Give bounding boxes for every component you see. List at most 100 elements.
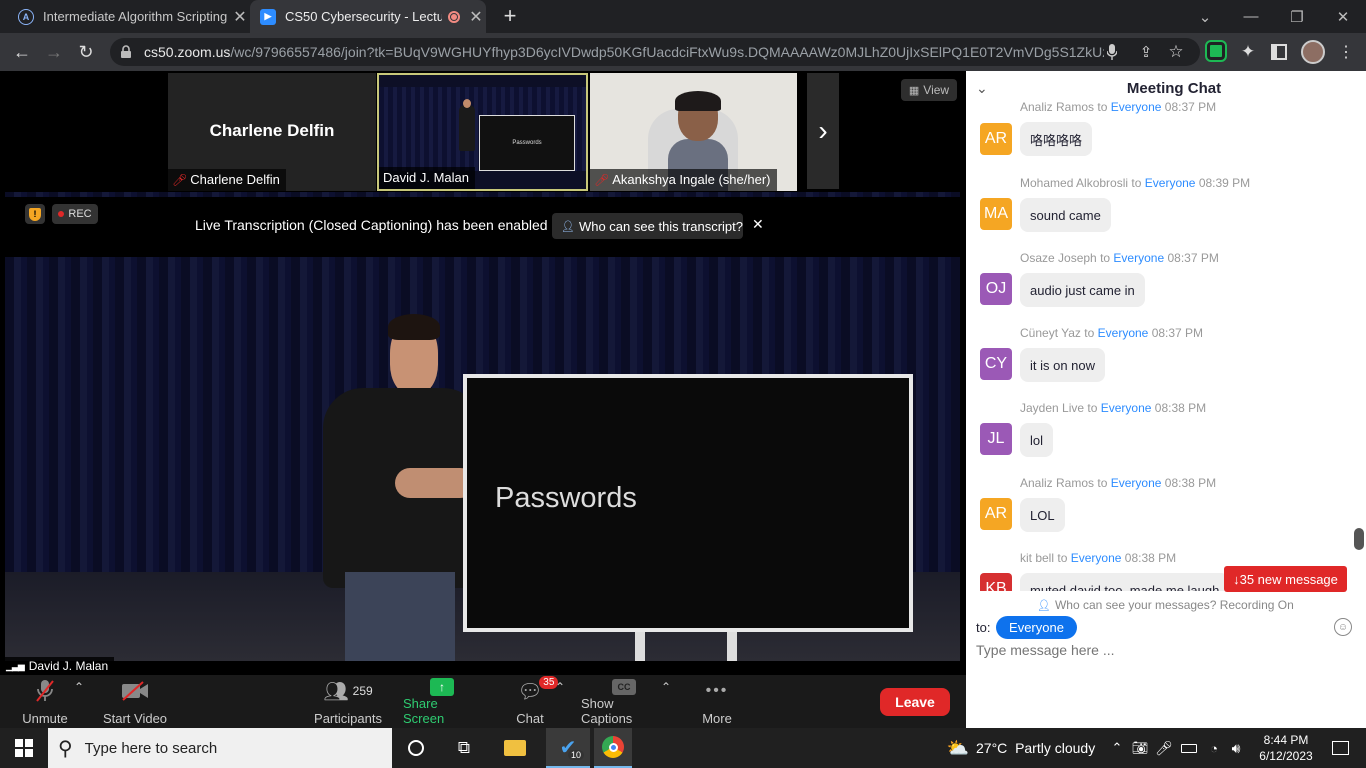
view-button[interactable]: ▦ View	[901, 79, 957, 101]
forward-arrow-icon[interactable]: →	[42, 40, 66, 64]
tab-title: Intermediate Algorithm Scripting	[43, 9, 228, 24]
file-explorer-icon[interactable]	[498, 728, 532, 768]
system-clock[interactable]: 8:44 PM 6/12/2023	[1250, 728, 1322, 768]
weather-partly-cloudy-icon[interactable]: ⛅	[944, 728, 972, 768]
extensions-puzzle-icon[interactable]: ✦	[1236, 40, 1260, 64]
close-tab-icon[interactable]: ✕	[230, 7, 250, 27]
message-bubble: 咯咯咯咯	[1020, 122, 1093, 156]
vscode-taskbar-icon[interactable]: ✔ 10	[546, 728, 590, 768]
more-dots-icon: •••	[705, 682, 729, 699]
microphone-in-use-icon[interactable]	[1102, 40, 1122, 64]
message-bubble: LOL	[1020, 498, 1065, 532]
unmute-button[interactable]: Unmute	[18, 678, 72, 726]
avatar: AR	[980, 498, 1012, 530]
url-text: cs50.zoom.us/wc/97966557486/join?tk=BUqV…	[144, 44, 1104, 60]
bookmark-star-icon[interactable]: ☆	[1164, 40, 1188, 64]
share-screen-icon: ↑	[430, 678, 454, 696]
cortana-icon[interactable]	[400, 728, 432, 768]
message-header: Analiz Ramos to Everyone 08:38 PM	[1020, 476, 1217, 490]
back-arrow-icon[interactable]: ←	[10, 40, 34, 64]
recipient-dropdown[interactable]: Everyone	[996, 616, 1077, 639]
extension-icon[interactable]	[1205, 40, 1227, 62]
tab-intermediate-algorithm[interactable]: A Intermediate Algorithm Scripting ✕	[8, 0, 250, 33]
message-header: Jayden Live to Everyone 08:38 PM	[1020, 401, 1207, 415]
task-view-icon[interactable]: ⧉	[448, 728, 480, 768]
restore-button[interactable]: ❐	[1274, 0, 1320, 33]
message-header: kit bell to Everyone 08:38 PM	[1020, 551, 1177, 565]
minimize-button[interactable]: —	[1228, 0, 1274, 33]
emoji-icon[interactable]: ☺	[1334, 618, 1352, 636]
message-header: Analiz Ramos to Everyone 08:37 PM	[1020, 100, 1217, 114]
signal-bars-icon: ▁▃▅	[6, 660, 25, 671]
avatar: CY	[980, 348, 1012, 380]
show-captions-button[interactable]: CC Show Captions	[581, 678, 667, 726]
avatar: OJ	[980, 273, 1012, 305]
chrome-taskbar-icon[interactable]	[594, 728, 632, 768]
battery-icon[interactable]	[1178, 728, 1200, 768]
share-icon[interactable]: ⇪	[1134, 40, 1158, 64]
share-screen-button[interactable]: ↑ Share Screen	[403, 678, 481, 726]
microphone-tray-icon[interactable]: 🎤︎	[1154, 728, 1174, 768]
address-bar[interactable]: cs50.zoom.us/wc/97966557486/join?tk=BUqV…	[110, 38, 1200, 66]
tab-search-icon[interactable]: ⌄	[1182, 0, 1228, 33]
message-bubble: sound came	[1020, 198, 1111, 232]
new-messages-button[interactable]: ↓35 new message	[1224, 566, 1347, 592]
captions-options-chevron-icon[interactable]: ⌃	[661, 680, 671, 694]
active-speaker-label: ▁▃▅ David J. Malan	[0, 657, 115, 675]
message-bubble: audio just came in	[1020, 273, 1145, 307]
profile-avatar[interactable]	[1301, 40, 1325, 64]
message-bubble: it is on now	[1020, 348, 1106, 382]
avatar: KB	[980, 573, 1012, 591]
leave-button[interactable]: Leave	[880, 688, 950, 716]
chat-scrollbar-thumb[interactable]	[1354, 528, 1364, 550]
windows-start-icon[interactable]	[0, 728, 48, 768]
tab-title: CS50 Cybersecurity - Lecture	[285, 9, 442, 24]
chat-message-input[interactable]	[976, 640, 1356, 660]
message-privacy-note[interactable]: 👤︎ Who can see your messages? Recording O…	[1037, 598, 1294, 612]
recipient-label: to:	[976, 620, 991, 635]
notification-center-icon[interactable]	[1322, 728, 1358, 768]
message-header: Cüneyt Yaz to Everyone 08:37 PM	[1020, 326, 1204, 340]
closed-captions-icon: CC	[612, 678, 636, 696]
chat-bubble-icon: 💬︎ 35	[517, 676, 559, 704]
close-tab-icon[interactable]: ✕	[466, 7, 486, 27]
notification-badge: 10	[568, 750, 585, 760]
more-button[interactable]: ••• More	[700, 678, 734, 726]
avatar: JL	[980, 423, 1012, 455]
message-bubble: muted david too, made me laugh	[1020, 573, 1230, 591]
muted-microphone-icon	[35, 678, 55, 704]
camera-in-use-icon[interactable]: 📷︎	[1130, 728, 1150, 768]
chat-options-chevron-icon[interactable]: ⌃	[555, 680, 565, 694]
start-video-button[interactable]: Start Video	[102, 678, 168, 726]
taskbar-search-box[interactable]: ⚲ Type here to search	[48, 728, 392, 768]
video-off-icon	[121, 678, 149, 704]
chat-button[interactable]: 💬︎ 35 Chat	[510, 676, 559, 726]
search-icon: ⚲	[58, 737, 73, 760]
tab-cs50-lecture[interactable]: ▶ CS50 Cybersecurity - Lecture ✕	[250, 0, 486, 33]
lock-icon	[121, 45, 131, 58]
avatar: AR	[980, 123, 1012, 155]
recording-indicator-icon	[448, 10, 460, 23]
weather-widget[interactable]: 27°C Partly cloudy	[976, 728, 1096, 768]
volume-icon[interactable]: 🔊︎	[1226, 728, 1246, 768]
zoom-favicon-icon: ▶	[260, 8, 276, 25]
message-header: Osaze Joseph to Everyone 08:37 PM	[1020, 251, 1219, 265]
message-bubble: lol	[1020, 423, 1054, 457]
participants-icon: 👥︎ 259	[323, 680, 373, 703]
grid-view-icon: ▦	[908, 84, 920, 97]
participants-button[interactable]: 👥︎ 259 Participants	[313, 678, 383, 727]
avatar: MA	[980, 198, 1012, 230]
person-icon: 👤︎	[1037, 599, 1051, 612]
new-tab-button[interactable]: +	[498, 3, 522, 28]
side-panel-icon[interactable]	[1271, 44, 1287, 60]
audio-options-chevron-icon[interactable]: ⌃	[74, 680, 84, 694]
browser-menu-icon[interactable]: ⋮	[1334, 40, 1358, 64]
chat-message-list: Analiz Ramos to Everyone 08:37 PM AR 咯咯咯…	[0, 99, 1366, 591]
reload-icon[interactable]: ↻	[74, 40, 98, 64]
wifi-icon[interactable]: ◔	[1204, 728, 1224, 768]
freecodecamp-favicon-icon: A	[18, 8, 34, 25]
show-hidden-icons-chevron[interactable]: ⌃	[1108, 728, 1126, 768]
chat-title: Meeting Chat	[1126, 80, 1222, 97]
message-header: Mohamed Alkobrosli to Everyone 08:39 PM	[1020, 176, 1251, 190]
close-window-button[interactable]: ✕	[1320, 0, 1366, 33]
